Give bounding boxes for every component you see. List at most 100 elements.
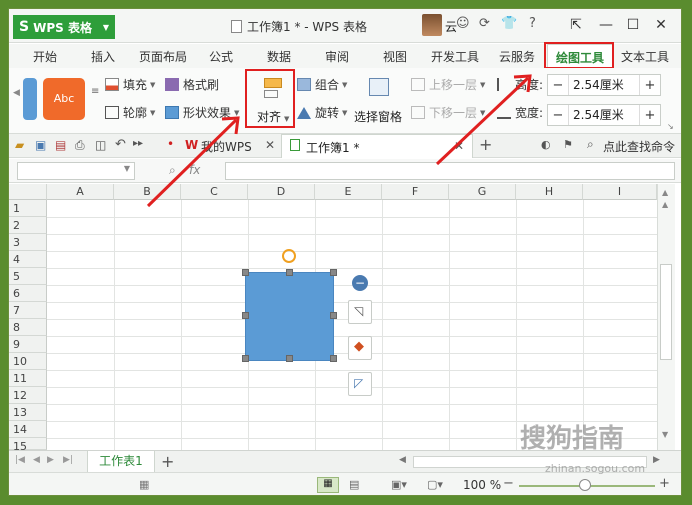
row-header[interactable]: 9: [9, 336, 47, 353]
width-input[interactable]: 2.54厘米: [568, 105, 640, 125]
shape-fill-button[interactable]: ◆: [348, 336, 372, 360]
width-decrease-button[interactable]: −: [548, 108, 568, 123]
smile-icon[interactable]: ☺: [456, 16, 470, 31]
vertical-scrollbar[interactable]: ▲ ▲ ▼: [657, 184, 675, 450]
tab-insert[interactable]: 插入: [91, 48, 115, 65]
last-sheet-icon[interactable]: ▶|: [63, 455, 73, 465]
first-sheet-icon[interactable]: |◀: [15, 455, 25, 465]
resize-handle[interactable]: [286, 269, 293, 276]
tab-review[interactable]: 审阅: [325, 48, 349, 65]
bring-forward-button[interactable]: 上移一层 ▼: [411, 76, 485, 93]
tab-developer[interactable]: 开发工具: [431, 48, 479, 65]
scroll-left-icon[interactable]: ◀: [13, 88, 20, 98]
zoom-out-icon[interactable]: −: [503, 476, 514, 491]
resize-handle[interactable]: [330, 312, 337, 319]
scroll-up-icon[interactable]: ▲: [662, 188, 668, 197]
export-pdf-icon[interactable]: ▤: [55, 138, 66, 152]
close-icon[interactable]: ✕: [649, 14, 673, 36]
row-header[interactable]: 11: [9, 370, 47, 387]
column-header[interactable]: A: [47, 184, 114, 200]
zoom-search-icon[interactable]: ⌕: [169, 163, 176, 178]
column-header[interactable]: H: [516, 184, 583, 200]
restore-layout-icon[interactable]: ⇱: [564, 14, 588, 36]
format-painter-button[interactable]: 格式刷: [165, 76, 219, 93]
minimize-icon[interactable]: —: [594, 14, 618, 36]
maximize-icon[interactable]: ☐: [621, 14, 645, 36]
resize-handle[interactable]: [330, 355, 337, 362]
row-header[interactable]: 6: [9, 285, 47, 302]
rotate-handle[interactable]: [282, 249, 296, 263]
selection-pane-button[interactable]: 选择窗格: [354, 74, 408, 126]
column-header[interactable]: I: [583, 184, 657, 200]
resize-handle[interactable]: [242, 312, 249, 319]
print-icon[interactable]: ⎙: [75, 138, 85, 153]
scroll-thumb[interactable]: [660, 264, 672, 360]
row-header[interactable]: 5: [9, 268, 47, 285]
tab-formulas[interactable]: 公式: [209, 48, 233, 65]
shirt-icon[interactable]: 👕: [501, 16, 517, 31]
shape-outline-button[interactable]: ◸: [348, 372, 372, 396]
height-input[interactable]: 2.54厘米: [568, 75, 640, 95]
tab-data[interactable]: 数据: [267, 48, 291, 65]
zoom-in-icon[interactable]: +: [659, 476, 670, 491]
page-layout-view-icon[interactable]: ▤: [349, 478, 359, 491]
open-folder-icon[interactable]: ▰: [15, 138, 24, 152]
tab-view[interactable]: 视图: [383, 48, 407, 65]
search-command[interactable]: 点此查找命令: [603, 138, 675, 155]
add-sheet-icon[interactable]: +: [161, 452, 174, 471]
tab-my-wps[interactable]: 我的WPS: [201, 138, 252, 155]
row-header[interactable]: 14: [9, 421, 47, 438]
flag-icon[interactable]: ⚑: [563, 138, 573, 151]
tab-text-tools[interactable]: 文本工具: [621, 48, 669, 65]
scroll-top-icon[interactable]: ▲: [662, 200, 668, 209]
sync-icon[interactable]: ⟳: [479, 16, 490, 31]
reading-mode-icon[interactable]: ▢▾: [427, 478, 443, 491]
style-preview-abc[interactable]: Abc: [43, 78, 85, 120]
outline-button[interactable]: 轮廓 ▼: [105, 104, 155, 121]
tab-cloud[interactable]: 云服务: [499, 48, 535, 65]
tab-page-layout[interactable]: 页面布局: [139, 48, 187, 65]
width-stepper[interactable]: − 2.54厘米 +: [547, 104, 661, 126]
resize-handle[interactable]: [242, 355, 249, 362]
group-button[interactable]: 组合 ▼: [297, 76, 347, 93]
scroll-right-icon[interactable]: ▶: [653, 455, 660, 465]
row-header[interactable]: 3: [9, 234, 47, 251]
width-increase-button[interactable]: +: [640, 108, 660, 123]
row-header[interactable]: 7: [9, 302, 47, 319]
save-icon[interactable]: ▣: [35, 138, 46, 152]
row-header[interactable]: 10: [9, 353, 47, 370]
fx-icon[interactable]: fx: [189, 163, 200, 177]
tab-workbook[interactable]: 工作簿1 * ✕: [281, 134, 473, 158]
select-all-corner[interactable]: [9, 184, 47, 200]
row-header[interactable]: 15: [9, 438, 47, 453]
shape-style-button[interactable]: ◹: [348, 300, 372, 324]
column-header[interactable]: B: [114, 184, 181, 200]
column-header[interactable]: C: [181, 184, 248, 200]
height-increase-button[interactable]: +: [640, 78, 660, 93]
column-header[interactable]: F: [382, 184, 449, 200]
page-break-view-icon[interactable]: ▣▾: [391, 478, 407, 491]
dialog-launcher-icon[interactable]: ↘: [667, 122, 674, 131]
resize-handle[interactable]: [286, 355, 293, 362]
rectangle-shape[interactable]: [245, 272, 334, 361]
resize-handle[interactable]: [242, 269, 249, 276]
row-header[interactable]: 12: [9, 387, 47, 404]
style-preview-prev[interactable]: [23, 78, 37, 120]
height-stepper[interactable]: − 2.54厘米 +: [547, 74, 661, 96]
app-menu-button[interactable]: S WPS 表格 ▼: [13, 15, 115, 39]
shape-effects-button[interactable]: 形状效果 ▼: [165, 104, 239, 121]
sheet-tab[interactable]: 工作表1: [87, 451, 155, 473]
formula-input[interactable]: [225, 162, 675, 180]
row-header[interactable]: 1: [9, 200, 47, 217]
more-styles-icon[interactable]: ≡: [91, 86, 99, 97]
avatar[interactable]: [422, 14, 442, 36]
column-header[interactable]: E: [315, 184, 382, 200]
next-sheet-icon[interactable]: ▶: [47, 455, 54, 465]
help-icon[interactable]: ?: [529, 16, 536, 31]
new-tab-icon[interactable]: +: [479, 135, 492, 154]
tab-home[interactable]: 开始: [33, 48, 57, 65]
search-icon[interactable]: ⌕: [587, 137, 594, 152]
more-icon[interactable]: ▸▸: [133, 138, 143, 149]
row-header[interactable]: 4: [9, 251, 47, 268]
row-header[interactable]: 13: [9, 404, 47, 421]
